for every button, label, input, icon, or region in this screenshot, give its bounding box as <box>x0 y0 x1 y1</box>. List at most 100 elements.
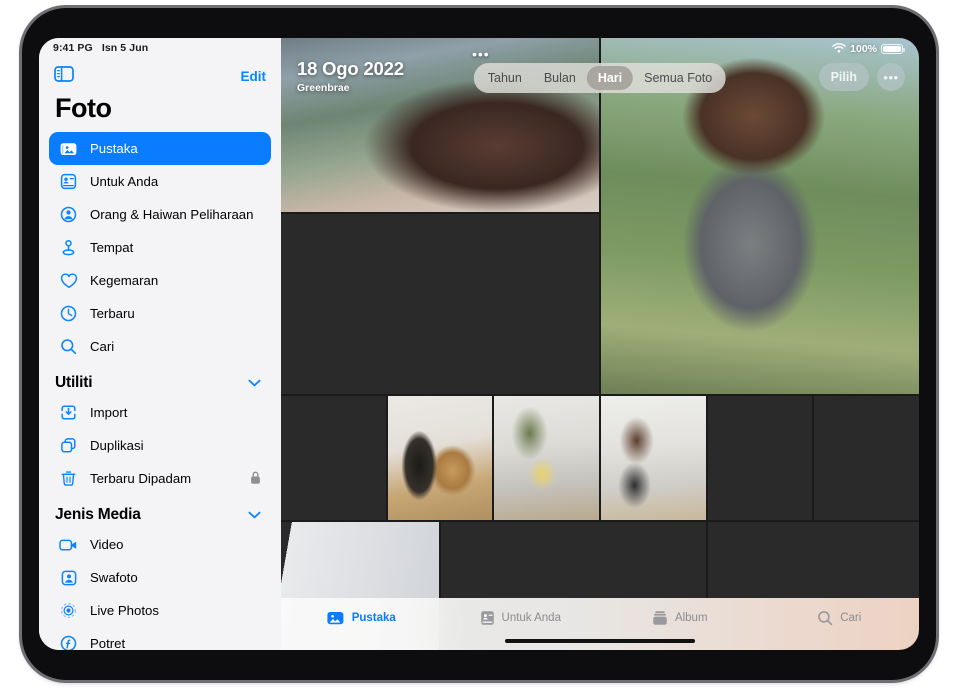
tab-cari[interactable]: Cari <box>760 598 920 626</box>
edit-button[interactable]: Edit <box>241 69 267 84</box>
sidebar-item-tempat[interactable]: Tempat <box>49 231 271 264</box>
sidebar-item-terbaru-dipadam[interactable]: Terbaru Dipadam <box>49 462 271 495</box>
sidebar-item-potret[interactable]: Potret <box>49 627 271 650</box>
sidebar-item-pustaka[interactable]: Pustaka <box>49 132 271 165</box>
portrait-icon <box>59 634 78 650</box>
sidebar-item-label: Tempat <box>90 240 133 255</box>
photo-woman-apron <box>601 396 706 520</box>
lock-icon <box>250 470 261 487</box>
status-time: 9:41 PG <box>53 42 93 54</box>
ipad-device-frame: 9:41 PG Isn 5 Jun Edit Foto <box>22 8 936 680</box>
tab-label: Pustaka <box>352 612 396 624</box>
sidebar-item-label: Swafoto <box>90 570 138 585</box>
home-indicator[interactable] <box>505 639 695 644</box>
sidebar-item-label: Potret <box>90 636 125 650</box>
battery-full-icon <box>881 44 903 55</box>
wifi-icon <box>832 43 846 56</box>
photo-cell[interactable] <box>281 214 599 394</box>
sidebar-item-kegemaran[interactable]: Kegemaran <box>49 264 271 297</box>
sidebar-item-import[interactable]: Import <box>49 396 271 429</box>
sidebar-item-label: Import <box>90 405 127 420</box>
sidebar-item-label: Video <box>90 537 124 552</box>
top-right-controls: Pilih ••• <box>819 63 905 91</box>
photo-cell[interactable] <box>708 396 813 520</box>
sidebar-item-label: Cari <box>90 339 114 354</box>
photo-cell[interactable] <box>494 396 599 520</box>
tab-label: Untuk Anda <box>502 612 561 624</box>
selfie-icon <box>59 568 78 587</box>
photo-cell[interactable] <box>814 396 919 520</box>
timeline-segmented-control[interactable]: Tahun Bulan Hari Semua Foto <box>474 63 726 93</box>
sidebar-item-terbaru[interactable]: Terbaru <box>49 297 271 330</box>
status-date: Isn 5 Jun <box>102 42 148 54</box>
photo-bread-bottle <box>388 396 493 520</box>
section-header-jenis-media[interactable]: Jenis Media <box>39 495 281 528</box>
sidebar-item-live-photos[interactable]: Live Photos <box>49 594 271 627</box>
more-options-button[interactable]: ••• <box>877 63 905 91</box>
chevron-down-icon[interactable] <box>248 374 261 392</box>
search-icon <box>59 337 78 356</box>
sidebar-item-label: Duplikasi <box>90 438 144 453</box>
sidebar-item-swafoto[interactable]: Swafoto <box>49 561 271 594</box>
sidebar-item-label: Terbaru Dipadam <box>90 471 191 486</box>
sidebar-toggle-icon[interactable] <box>54 66 74 87</box>
sidebar-primary-nav: Pustaka Untuk Anda <box>39 132 281 363</box>
import-icon <box>59 403 78 422</box>
status-bar-right: 100% <box>832 38 919 60</box>
photo-content-area: 18 Ogo 2022 Greenbrae ••• Tahun Bulan Ha… <box>281 38 919 650</box>
photo-kitchen-family <box>281 396 386 520</box>
section-title: Jenis Media <box>55 506 141 524</box>
ipad-screen: 9:41 PG Isn 5 Jun Edit Foto <box>39 38 919 650</box>
page-title: Foto <box>39 90 281 132</box>
photo-pink-flower <box>281 214 599 394</box>
heart-icon <box>59 271 78 290</box>
photo-bowls-veggies <box>708 396 813 520</box>
photo-grid <box>281 38 919 650</box>
segment-semua-foto[interactable]: Semua Foto <box>633 66 723 90</box>
albums-icon <box>652 610 668 626</box>
sidebar-item-label: Untuk Anda <box>90 174 158 189</box>
tab-untuk-anda[interactable]: Untuk Anda <box>441 598 601 626</box>
sidebar: 9:41 PG Isn 5 Jun Edit Foto <box>39 38 281 650</box>
sidebar-item-label: Kegemaran <box>90 273 158 288</box>
sidebar-item-duplikasi[interactable]: Duplikasi <box>49 429 271 462</box>
select-button[interactable]: Pilih <box>819 63 869 91</box>
live-photo-icon <box>59 601 78 620</box>
photo-cell[interactable] <box>281 396 386 520</box>
tab-pustaka[interactable]: Pustaka <box>281 598 441 626</box>
tab-label: Album <box>675 612 708 624</box>
chevron-down-icon[interactable] <box>248 506 261 524</box>
sidebar-section-utiliti: Import Duplikasi <box>39 396 281 495</box>
tab-album[interactable]: Album <box>600 598 760 626</box>
photo-family-hug <box>494 396 599 520</box>
people-pets-icon <box>59 205 78 224</box>
for-you-icon <box>59 172 78 191</box>
sidebar-item-video[interactable]: Video <box>49 528 271 561</box>
sidebar-item-label: Pustaka <box>90 141 138 156</box>
battery-percent: 100% <box>850 43 877 55</box>
trash-icon <box>59 469 78 488</box>
for-you-icon <box>480 610 495 626</box>
sidebar-item-untuk-anda[interactable]: Untuk Anda <box>49 165 271 198</box>
search-icon <box>817 610 833 626</box>
segment-tahun[interactable]: Tahun <box>477 66 533 90</box>
sidebar-item-label: Orang & Haiwan Peliharaan <box>90 207 253 222</box>
sidebar-item-label: Live Photos <box>90 603 159 618</box>
clock-recents-icon <box>59 304 78 323</box>
section-title: Utiliti <box>55 374 92 392</box>
segment-bulan[interactable]: Bulan <box>533 66 587 90</box>
sidebar-item-cari[interactable]: Cari <box>49 330 271 363</box>
photo-cell[interactable] <box>388 396 493 520</box>
places-pin-icon <box>59 238 78 257</box>
section-header-utiliti[interactable]: Utiliti <box>39 363 281 396</box>
sidebar-section-jenis-media: Video Swafoto <box>39 528 281 650</box>
photos-library-icon <box>326 610 345 626</box>
photo-fruit-bowl <box>814 396 919 520</box>
sidebar-item-orang-haiwan[interactable]: Orang & Haiwan Peliharaan <box>49 198 271 231</box>
more-dots-icon[interactable]: ••• <box>472 46 490 62</box>
photo-cell[interactable] <box>601 396 706 520</box>
duplicates-icon <box>59 436 78 455</box>
tab-label: Cari <box>840 612 861 624</box>
sidebar-item-label: Terbaru <box>90 306 135 321</box>
segment-hari[interactable]: Hari <box>587 66 633 90</box>
